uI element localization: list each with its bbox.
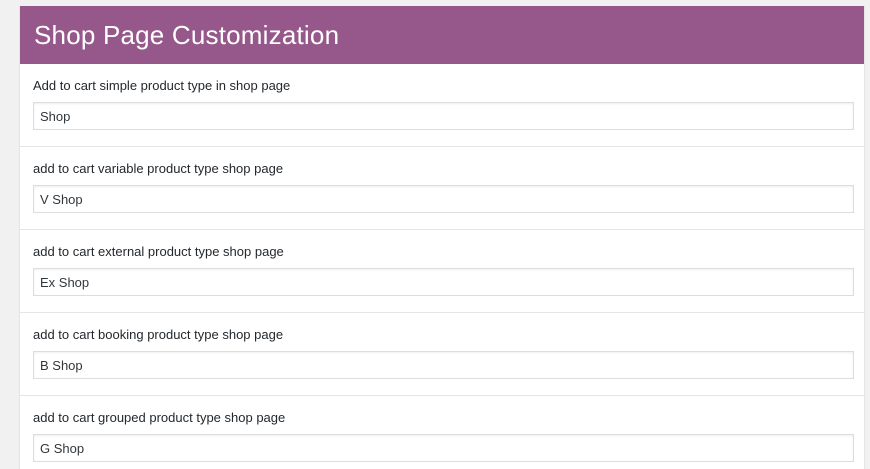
field-row-grouped: add to cart grouped product type shop pa… [20, 396, 864, 469]
external-product-cart-text-input[interactable] [33, 268, 854, 296]
shop-customization-panel: Shop Page Customization Add to cart simp… [19, 6, 865, 469]
field-label-variable: add to cart variable product type shop p… [33, 161, 284, 176]
field-row-booking: add to cart booking product type shop pa… [20, 313, 864, 396]
field-label-grouped: add to cart grouped product type shop pa… [33, 410, 286, 425]
field-label-booking: add to cart booking product type shop pa… [33, 327, 284, 342]
booking-product-cart-text-input[interactable] [33, 351, 854, 379]
simple-product-cart-text-input[interactable] [33, 102, 854, 130]
grouped-product-cart-text-input[interactable] [33, 434, 854, 462]
field-label-external: add to cart external product type shop p… [33, 244, 284, 259]
field-row-variable: add to cart variable product type shop p… [20, 147, 864, 230]
field-label-simple: Add to cart simple product type in shop … [33, 78, 291, 93]
field-row-external: add to cart external product type shop p… [20, 230, 864, 313]
field-row-simple: Add to cart simple product type in shop … [20, 64, 864, 147]
variable-product-cart-text-input[interactable] [33, 185, 854, 213]
panel-header: Shop Page Customization [20, 6, 864, 64]
panel-title: Shop Page Customization [34, 19, 340, 50]
